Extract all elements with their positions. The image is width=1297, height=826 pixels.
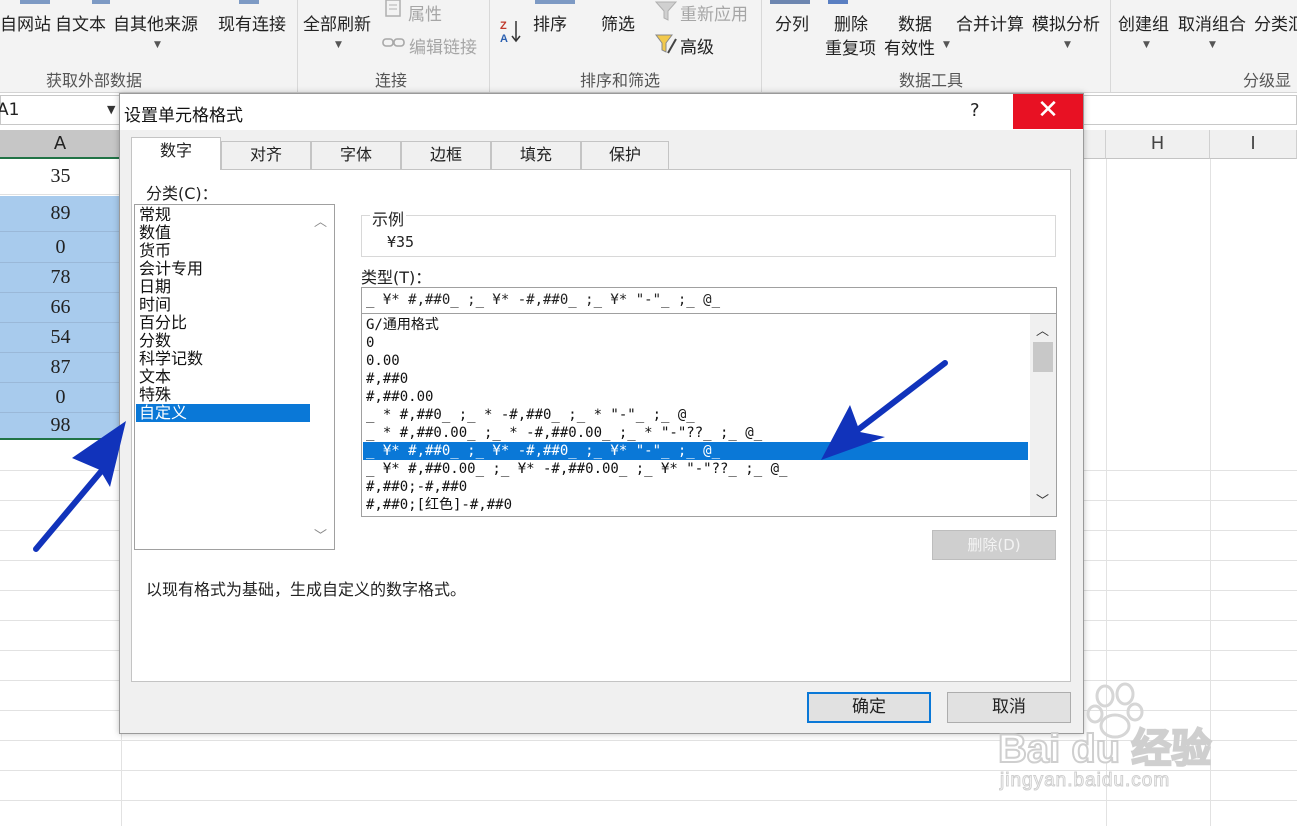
arrow-icon-left	[33, 421, 126, 552]
tab-number[interactable]: 数字	[131, 137, 221, 170]
arrow-icon-right	[821, 360, 948, 460]
watermark-url: jingyan.baidu.com	[999, 770, 1171, 792]
watermark-brand: Bai du 经验	[997, 726, 1212, 772]
baidu-watermark: Bai du 经验 jingyan.baidu.com	[995, 682, 1245, 802]
